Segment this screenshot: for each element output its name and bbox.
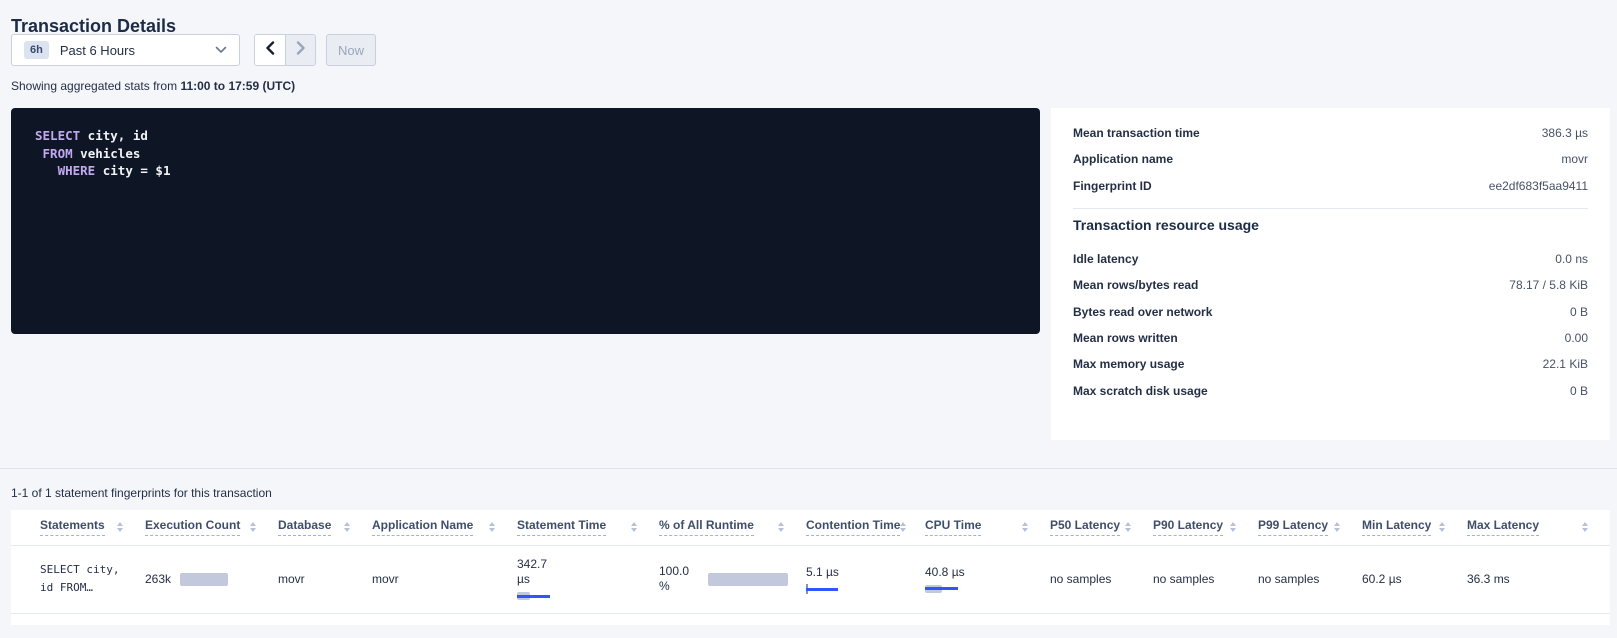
chevron-right-icon [296, 41, 306, 60]
column-header-statement-time[interactable]: Statement Time [517, 510, 659, 545]
chevron-left-icon [265, 41, 275, 60]
detail-row-fingerprint-id: Fingerprint ID ee2df683f5aa9411 [1073, 173, 1588, 199]
sort-icon[interactable] [1439, 522, 1445, 532]
detail-row-bytes-read-over-network: Bytes read over network 0 B [1073, 298, 1588, 324]
cell-cpu-time: 40.8 µs [925, 545, 1050, 613]
column-header-statements[interactable]: Statements [11, 510, 145, 545]
column-header-max-latency[interactable]: Max Latency [1467, 510, 1610, 545]
time-range-badge: 6h [24, 41, 49, 59]
table-row: SELECT city, id FROM… 263k movr movr 342… [11, 545, 1610, 613]
statements-table: Statements Execution Count Database Appl… [11, 510, 1610, 614]
cell-max-latency: 36.3 ms [1467, 545, 1610, 613]
cell-contention-time: 5.1 µs [806, 545, 925, 613]
chevron-down-icon [215, 41, 227, 59]
cell-p99-latency: no samples [1258, 545, 1362, 613]
statement-time-bar [517, 591, 563, 601]
detail-row-max-scratch-disk-usage: Max scratch disk usage 0 B [1073, 377, 1588, 403]
cpu-time-bar [925, 584, 971, 594]
column-header-pct-of-all-runtime[interactable]: % of All Runtime [659, 510, 806, 545]
fingerprints-count-caption: 1-1 of 1 statement fingerprints for this… [11, 486, 272, 500]
column-header-application-name[interactable]: Application Name [372, 510, 517, 545]
sql-statement-box: SELECT city, id FROM vehicles WHERE city… [11, 108, 1040, 334]
detail-row-idle-latency: Idle latency 0.0 ns [1073, 246, 1588, 272]
sort-icon[interactable] [250, 522, 256, 532]
cell-execution-count: 263k [145, 545, 278, 613]
time-range-label: Past 6 Hours [60, 43, 215, 58]
cell-pct-of-all-runtime: 100.0 % [659, 545, 806, 613]
sql-text: SELECT city, id FROM vehicles WHERE city… [11, 108, 1040, 180]
sort-icon[interactable] [1125, 522, 1131, 532]
detail-row-mean-rows-bytes-read: Mean rows/bytes read 78.17 / 5.8 KiB [1073, 272, 1588, 298]
sort-icon[interactable] [1230, 522, 1236, 532]
resource-usage-heading: Transaction resource usage [1073, 217, 1588, 233]
panel-divider [1073, 208, 1588, 209]
table-header-row: Statements Execution Count Database Appl… [11, 510, 1610, 545]
column-header-p90-latency[interactable]: P90 Latency [1153, 510, 1258, 545]
execution-count-bar [180, 573, 228, 586]
cell-p50-latency: no samples [1050, 545, 1153, 613]
now-button[interactable]: Now [326, 34, 376, 66]
transaction-details-panel: Mean transaction time 386.3 µs Applicati… [1051, 108, 1610, 440]
detail-row-application-name: Application name movr [1073, 146, 1588, 172]
detail-row-max-memory-usage: Max memory usage 22.1 KiB [1073, 351, 1588, 377]
cell-statement[interactable]: SELECT city, id FROM… [11, 545, 145, 613]
column-header-execution-count[interactable]: Execution Count [145, 510, 278, 545]
next-time-button[interactable] [285, 35, 315, 65]
sort-icon[interactable] [778, 522, 784, 532]
contention-time-bar [806, 584, 866, 594]
sort-icon[interactable] [631, 522, 637, 532]
column-header-cpu-time[interactable]: CPU Time [925, 510, 1050, 545]
pct-runtime-bar [708, 573, 788, 586]
column-header-contention-time[interactable]: Contention Time [806, 510, 925, 545]
sort-icon[interactable] [1582, 522, 1588, 532]
section-divider [0, 468, 1617, 469]
sort-icon[interactable] [1022, 522, 1028, 532]
cell-database: movr [278, 545, 372, 613]
sort-icon[interactable] [1334, 522, 1340, 532]
column-header-database[interactable]: Database [278, 510, 372, 545]
previous-time-button[interactable] [255, 35, 285, 65]
cell-statement-time: 342.7 µs [517, 545, 659, 613]
cell-p90-latency: no samples [1153, 545, 1258, 613]
sort-icon[interactable] [489, 522, 495, 532]
column-header-p50-latency[interactable]: P50 Latency [1050, 510, 1153, 545]
detail-row-mean-transaction-time: Mean transaction time 386.3 µs [1073, 120, 1588, 146]
cell-min-latency: 60.2 µs [1362, 545, 1467, 613]
statements-table-card: Statements Execution Count Database Appl… [11, 510, 1610, 625]
time-controls: 6h Past 6 Hours Now [11, 34, 376, 66]
column-header-min-latency[interactable]: Min Latency [1362, 510, 1467, 545]
sort-icon[interactable] [900, 522, 906, 532]
cell-application-name: movr [372, 545, 517, 613]
detail-row-mean-rows-written: Mean rows written 0.00 [1073, 325, 1588, 351]
time-step-buttons [254, 34, 316, 66]
column-header-p99-latency[interactable]: P99 Latency [1258, 510, 1362, 545]
time-range-dropdown[interactable]: 6h Past 6 Hours [11, 34, 240, 66]
sort-icon[interactable] [117, 522, 123, 532]
aggregated-stats-caption: Showing aggregated stats from 11:00 to 1… [11, 79, 295, 93]
sort-icon[interactable] [344, 522, 350, 532]
